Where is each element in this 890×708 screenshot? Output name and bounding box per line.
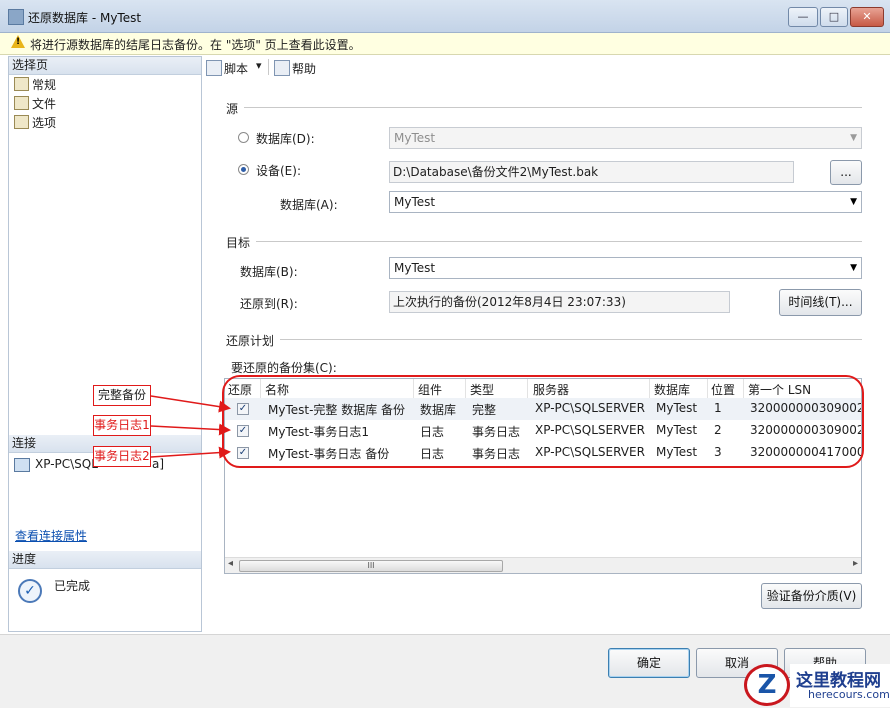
watermark-logo: Z (744, 664, 790, 706)
watermark-site-url: herecours.com (808, 688, 890, 701)
arrow-log1 (150, 423, 231, 436)
arrow-full-backup (150, 395, 231, 413)
ok-button[interactable]: 确定 (608, 648, 690, 678)
annotation-arrows (150, 395, 231, 459)
arrow-log2 (150, 446, 231, 459)
